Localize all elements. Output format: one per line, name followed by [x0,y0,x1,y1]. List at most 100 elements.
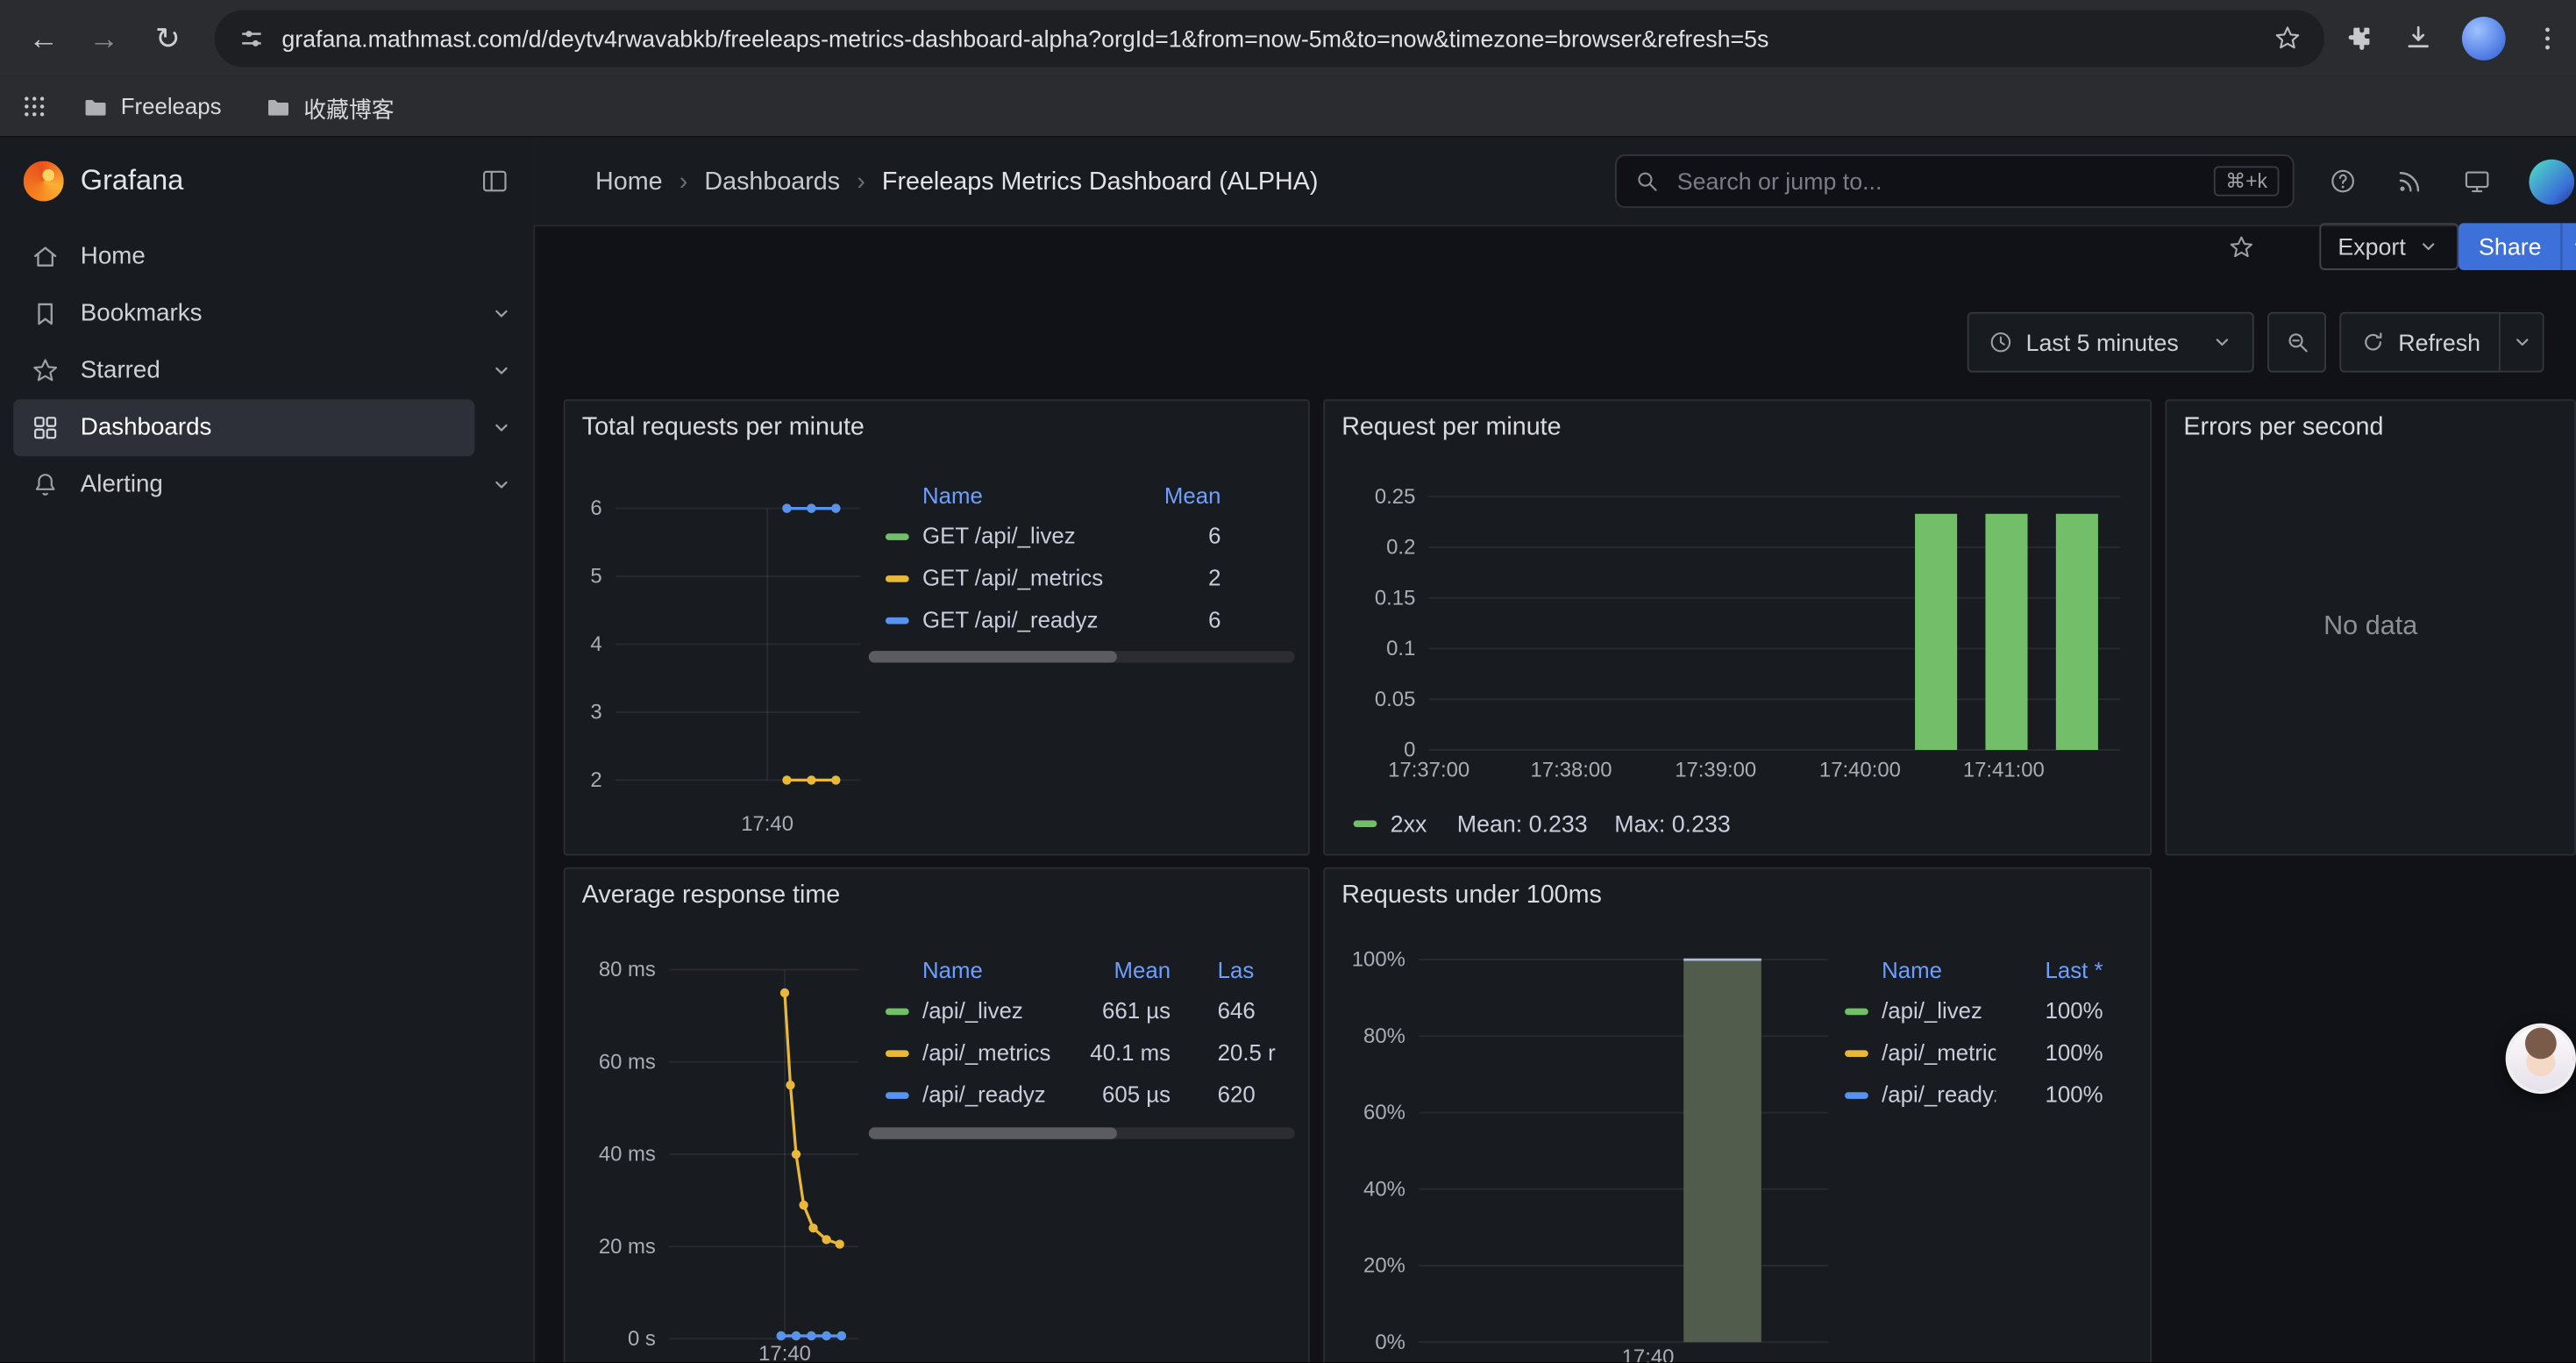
legend-row[interactable]: GET /api/_livez6 [869,515,1295,557]
legend-row[interactable]: GET /api/_readyz6 [869,599,1295,641]
user-avatar[interactable] [2529,159,2574,204]
sidebar-item-starred[interactable]: Starred [13,342,474,399]
menu-kebab-icon[interactable] [2532,24,2562,54]
favorite-dashboard-icon[interactable] [2227,233,2256,262]
browser-profile-avatar[interactable] [2462,17,2506,61]
svg-text:60 ms: 60 ms [599,1050,656,1074]
svg-text:0.05: 0.05 [1375,688,1416,711]
legend-row[interactable]: /api/_metrics100% [1828,1031,2133,1074]
monitor-icon[interactable] [2462,166,2492,196]
clock-icon [1988,329,2015,356]
breadcrumb-home[interactable]: Home [595,167,663,196]
scrollbar-thumb[interactable] [869,1127,1117,1138]
request-per-minute-chart[interactable]: 0.250.20.150.10.05017:37:0017:38:0017:39… [1325,401,2153,857]
breadcrumb-separator: › [680,167,688,196]
expand-dashboards-button[interactable] [480,399,523,456]
legend-table: NameMeanGET /api/_livez6GET /api/_metric… [869,475,1295,640]
svg-text:20%: 20% [1363,1254,1405,1278]
collapse-sidebar-icon[interactable] [480,166,509,196]
expand-alerting-button[interactable] [480,456,523,513]
svg-text:0%: 0% [1375,1331,1405,1354]
bookmarks-bar: Freeleaps 收藏博客 [0,77,2576,138]
scrollbar-thumb[interactable] [869,651,1117,662]
legend-scrollbar[interactable] [869,1127,1295,1138]
svg-text:0.2: 0.2 [1386,536,1415,560]
no-data-message: No data [2167,401,2574,853]
share-dropdown-button[interactable] [2561,223,2576,270]
breadcrumb: Home › Dashboards › Freeleaps Metrics Da… [595,138,1318,225]
brand-title: Grafana [81,164,463,197]
svg-text:2: 2 [590,768,601,792]
refresh-interval-dropdown[interactable] [2501,312,2544,373]
legend-header[interactable]: NameMean [869,475,1295,515]
svg-text:17:40: 17:40 [1622,1345,1675,1362]
series-swatch [886,1091,909,1098]
zoom-out-button[interactable] [2267,312,2326,373]
svg-text:17:41:00: 17:41:00 [1963,759,2045,782]
panel-errors-per-second[interactable]: Errors per second No data [2165,399,2576,855]
chevron-down-icon [2510,331,2534,354]
svg-text:17:39:00: 17:39:00 [1675,759,1756,782]
search-input[interactable] [1674,166,2201,196]
legend-scrollbar[interactable] [869,651,1295,662]
chevron-down-icon [2570,235,2576,259]
url-text[interactable]: grafana.mathmast.com/d/deytv4rwavabkb/fr… [281,25,2257,53]
rss-icon[interactable] [2395,166,2424,196]
download-icon[interactable] [2402,22,2435,55]
apps-grid-icon[interactable] [20,92,49,121]
legend-header[interactable]: NameLast * [1828,950,2133,990]
search-box[interactable]: ⌘+k [1615,154,2295,208]
refresh-icon [2359,329,2387,356]
panel-request-per-minute[interactable]: Request per minute 0.250.20.150.10.05017… [1323,399,2152,855]
series-swatch [1845,1049,1868,1056]
export-button[interactable]: Export [2319,223,2459,270]
home-icon [30,241,60,271]
svg-text:0.1: 0.1 [1386,637,1415,660]
refresh-button[interactable]: Refresh [2339,312,2501,373]
legend-row[interactable]: /api/_readyz100% [1828,1074,2133,1116]
svg-text:60%: 60% [1363,1101,1405,1124]
panel-requests-under-100ms[interactable]: Requests under 100ms 100%80%60%40%20%0%1… [1323,867,2152,1362]
back-button[interactable]: ← [20,15,68,62]
bookmark-star-icon[interactable] [2274,25,2302,53]
legend-row[interactable]: GET /api/_metrics2 [869,557,1295,599]
legend-row[interactable]: /api/_readyz605 µs620 [869,1074,1295,1116]
extensions-icon[interactable] [2343,23,2374,54]
sidebar-item-home[interactable]: Home [13,228,474,285]
legend-row[interactable]: /api/_metrics40.1 ms20.5 r [869,1031,1295,1074]
bookmark-folder-blogs[interactable]: 收藏博客 [252,83,408,131]
series-swatch [886,574,909,582]
svg-text:40 ms: 40 ms [599,1143,656,1167]
header-icons [2328,138,2574,225]
url-bar[interactable]: grafana.mathmast.com/d/deytv4rwavabkb/fr… [215,10,2324,67]
help-icon[interactable] [2328,166,2358,196]
legend-row[interactable]: /api/_livez100% [1828,990,2133,1032]
grafana-logo[interactable] [24,161,64,202]
svg-text:0 s: 0 s [628,1327,656,1351]
svg-text:40%: 40% [1363,1177,1405,1201]
assistant-avatar-widget[interactable] [2506,1024,2576,1094]
share-button[interactable]: Share [2459,223,2561,270]
forward-button[interactable]: → [81,15,128,62]
expand-starred-button[interactable] [480,342,523,399]
panel-total-requests-per-minute[interactable]: Total requests per minute 6543217:40 Nam… [564,399,1310,855]
sidebar-item-alerting[interactable]: Alerting [13,456,474,513]
breadcrumb-dashboards[interactable]: Dashboards [704,167,840,196]
breadcrumb-current: Freeleaps Metrics Dashboard (ALPHA) [882,167,1319,196]
legend-row[interactable]: /api/_livez661 µs646 [869,990,1295,1032]
series-swatch [886,1008,909,1015]
search-icon [1633,168,1661,195]
legend-stats[interactable]: 2xx Mean: 0.233 Max: 0.233 [1354,803,1731,844]
bookmark-folder-freeleaps[interactable]: Freeleaps [68,87,234,127]
svg-text:17:40: 17:40 [741,812,793,836]
legend-header[interactable]: NameMeanLas [869,950,1295,990]
time-range-picker[interactable]: Last 5 minutes [1968,312,2254,373]
expand-bookmarks-button[interactable] [480,285,523,342]
sidebar-item-dashboards[interactable]: Dashboards [13,399,474,456]
site-settings-icon[interactable] [238,25,266,53]
reload-button[interactable]: ↻ [144,15,191,62]
svg-text:4: 4 [590,632,601,656]
zoom-out-icon [2283,329,2310,356]
sidebar-item-bookmarks[interactable]: Bookmarks [13,285,474,342]
panel-average-response-time[interactable]: Average response time 80 ms60 ms40 ms20 … [564,867,1310,1362]
